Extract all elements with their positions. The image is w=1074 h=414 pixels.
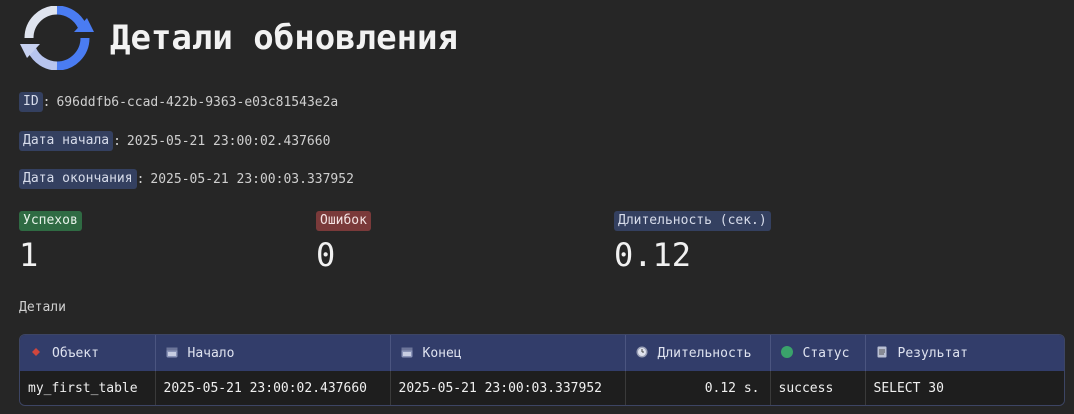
- id-value: 696ddfb6-ccad-422b-9363-e03c81543e2a: [56, 94, 339, 110]
- meta-id: ID : 696ddfb6-ccad-422b-9363-e03c81543e2…: [19, 92, 338, 112]
- stat-errors: Ошибок 0: [316, 209, 371, 273]
- stat-success: Успехов 1: [19, 209, 82, 273]
- cell-status: success: [770, 371, 866, 405]
- cell-duration: 0.12 s.: [625, 371, 771, 405]
- duration-label: Длительность (сек.): [614, 211, 771, 231]
- header: Детали обновления: [18, 6, 458, 70]
- details-table: Объект Начало Конец Длительность Статус: [19, 334, 1065, 406]
- success-label: Успехов: [19, 211, 82, 231]
- calendar-icon: [166, 347, 177, 357]
- end-date-label: Дата окончания: [19, 169, 137, 189]
- page-title: Детали обновления: [110, 18, 458, 58]
- col-start[interactable]: Начало: [155, 335, 391, 371]
- col-end[interactable]: Конец: [390, 335, 626, 371]
- cell-object: my_first_table: [20, 371, 156, 405]
- table-header-row: Объект Начало Конец Длительность Статус: [20, 335, 1064, 371]
- diamond-icon: [32, 347, 40, 356]
- meta-end-date: Дата окончания : 2025-05-21 23:00:03.337…: [19, 169, 354, 189]
- end-date-value: 2025-05-21 23:00:03.337952: [150, 171, 354, 187]
- green-circle-icon: [780, 345, 793, 358]
- stat-duration: Длительность (сек.) 0.12: [614, 209, 771, 273]
- table-row[interactable]: my_first_table 2025-05-21 23:00:02.43766…: [20, 371, 1064, 405]
- calendar-icon: [401, 347, 412, 357]
- cell-start: 2025-05-21 23:00:02.437660: [155, 371, 391, 405]
- page: Детали обновления ID : 696ddfb6-ccad-422…: [0, 0, 1074, 414]
- errors-value: 0: [316, 236, 336, 274]
- cell-end: 2025-05-21 23:00:03.337952: [390, 371, 626, 405]
- col-object[interactable]: Объект: [20, 335, 156, 371]
- col-status[interactable]: Статус: [770, 335, 866, 371]
- success-value: 1: [19, 236, 39, 274]
- col-result[interactable]: Результат: [865, 335, 1064, 371]
- col-duration[interactable]: Длительность: [625, 335, 771, 371]
- duration-value: 0.12: [614, 236, 692, 274]
- refresh-icon: [20, 6, 94, 70]
- errors-label: Ошибок: [316, 211, 371, 231]
- meta-start-date: Дата начала : 2025-05-21 23:00:02.437660: [19, 131, 330, 151]
- clock-icon: [636, 346, 647, 357]
- start-date-value: 2025-05-21 23:00:02.437660: [126, 133, 331, 149]
- id-label: ID: [19, 92, 43, 112]
- cell-result: SELECT 30: [873, 380, 944, 396]
- details-label: Детали: [19, 300, 66, 315]
- document-icon: [877, 346, 886, 357]
- start-date-label: Дата начала: [19, 131, 114, 151]
